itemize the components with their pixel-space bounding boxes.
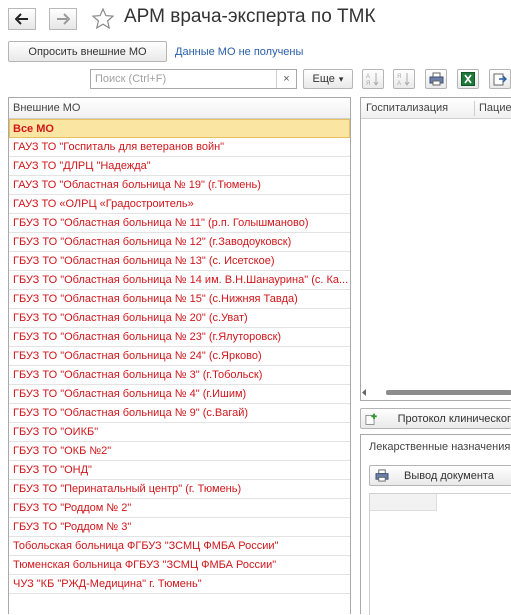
page-title: АРМ врача-эксперта по ТМК	[124, 6, 376, 27]
clinical-protocol-label: Протокол клиническог	[397, 412, 511, 425]
external-mo-rows: Все МО ГАУЗ ТО "Госпиталь для ветеранов в…	[9, 119, 350, 594]
column-header-external-mo[interactable]: Внешние МО	[9, 98, 350, 119]
svg-text:Я: Я	[397, 74, 401, 80]
table-row[interactable]: ГБУЗ ТО "Перинатальный центр" (г. Тюмень…	[9, 480, 350, 499]
print-document-button[interactable]: Вывод документа	[369, 465, 511, 486]
printer-icon	[429, 72, 443, 86]
table-row[interactable]: ГАУЗ ТО «ОЛРЦ «Градостроитель»	[9, 195, 350, 214]
table-row[interactable]: Тюменская больница ФГБУЗ "ЗСМЦ ФМБА Росс…	[9, 556, 350, 575]
svg-text:Я: Я	[366, 81, 370, 86]
excel-button[interactable]	[457, 69, 479, 89]
table-row[interactable]: ГБУЗ ТО "Областная больница № 3" (г.Тобо…	[9, 366, 350, 385]
sort-ascending-button[interactable]: А Я	[362, 69, 384, 89]
horizontal-scrollbar[interactable]	[361, 388, 511, 397]
forward-button[interactable]	[49, 8, 77, 30]
table-row[interactable]: ГБУЗ ТО "Областная больница № 15" (с.Ниж…	[9, 290, 350, 309]
table-row[interactable]: ГАУЗ ТО "Госпиталь для ветеранов войн"	[9, 138, 350, 157]
sort-ascending-icon: А Я	[366, 73, 379, 86]
svg-text:А: А	[366, 74, 370, 80]
table-row[interactable]: ГБУЗ ТО "ОНД"	[9, 461, 350, 480]
table-row[interactable]: ГБУЗ ТО "Областная больница № 24" (с.Ярк…	[9, 347, 350, 366]
table-row[interactable]: Тобольская больница ФГБУЗ "ЗСМЦ ФМБА Рос…	[9, 537, 350, 556]
print-document-label: Вывод документа	[404, 469, 494, 482]
drug-prescriptions-title: Лекарственные назначения	[369, 441, 511, 453]
hospitalization-table: Госпитализация Пациен	[360, 97, 511, 401]
svg-text:А: А	[397, 81, 401, 86]
table-row[interactable]: ГБУЗ ТО "Областная больница № 20" (с.Ува…	[9, 309, 350, 328]
table-row-selected[interactable]: Все МО	[9, 119, 350, 138]
status-link[interactable]: Данные МО не получены	[175, 46, 303, 58]
more-label: Еще	[312, 73, 335, 85]
printer-icon	[375, 469, 389, 482]
print-button[interactable]	[425, 69, 447, 89]
table-row[interactable]: ГБУЗ ТО "ОКБ №2"	[9, 442, 350, 461]
search-box: ×	[90, 69, 297, 89]
external-mo-table: Внешние МО Все МО ГАУЗ ТО "Госпиталь для …	[8, 97, 351, 614]
table-row[interactable]: ГБУЗ ТО "Областная больница № 9" (с.Вага…	[9, 404, 350, 423]
export-icon	[493, 73, 507, 86]
sort-descending-icon: Я А	[397, 73, 410, 86]
chevron-down-icon: ▾	[338, 73, 344, 84]
search-input[interactable]	[93, 71, 277, 87]
table-row[interactable]: ГБУЗ ТО "Областная больница № 23" (г.Ялу…	[9, 328, 350, 347]
table-row[interactable]: ГБУЗ ТО "Областная больница № 14 им. В.Н…	[9, 271, 350, 290]
drug-prescriptions-panel: Лекарственные назначения Вывод документа	[360, 434, 511, 615]
query-external-mo-button[interactable]: Опросить внешние МО	[8, 41, 167, 62]
hospitalization-table-header: Госпитализация Пациен	[361, 98, 511, 119]
sort-descending-button[interactable]: Я А	[393, 69, 415, 89]
arrow-left-icon	[15, 13, 28, 25]
table-row[interactable]: ГАУЗ ТО "Областная больница № 19" (г.Тюм…	[9, 176, 350, 195]
table-row[interactable]: ГБУЗ ТО "Роддом № 2"	[9, 499, 350, 518]
table-row[interactable]: ГАУЗ ТО "ДЛРЦ "Надежда"	[9, 157, 350, 176]
star-icon[interactable]	[92, 8, 114, 29]
table-row[interactable]: ГБУЗ ТО "Роддом № 3"	[9, 518, 350, 537]
table-row[interactable]: ГБУЗ ТО "Областная больница № 11" (р.п. …	[9, 214, 350, 233]
column-divider	[474, 101, 475, 116]
export-button[interactable]	[489, 69, 511, 89]
table-row[interactable]: ГБУЗ ТО "Областная больница № 13" (с. Ис…	[9, 252, 350, 271]
more-button[interactable]: Еще ▾	[303, 69, 353, 89]
table-row[interactable]: ЧУЗ "КБ "РЖД-Медицина" г. Тюмень"	[9, 575, 350, 594]
search-clear-button[interactable]: ×	[276, 70, 296, 88]
drug-prescriptions-header	[370, 494, 437, 511]
arrow-right-icon	[57, 13, 70, 25]
column-header-hospitalization[interactable]: Госпитализация	[366, 98, 448, 119]
table-row[interactable]: ГБУЗ ТО "Областная больница № 12" (г.Зав…	[9, 233, 350, 252]
drug-prescriptions-table	[369, 493, 511, 615]
table-row[interactable]: ГБУЗ ТО "Областная больница № 4" (г.Ишим…	[9, 385, 350, 404]
excel-icon	[461, 72, 475, 86]
column-header-patient[interactable]: Пациен	[479, 98, 511, 119]
clinical-protocol-button[interactable]: Протокол клиническог	[360, 408, 511, 429]
back-button[interactable]	[8, 8, 36, 30]
add-plus-icon	[365, 413, 377, 425]
table-row[interactable]: ГБУЗ ТО "ОИКБ"	[9, 423, 350, 442]
